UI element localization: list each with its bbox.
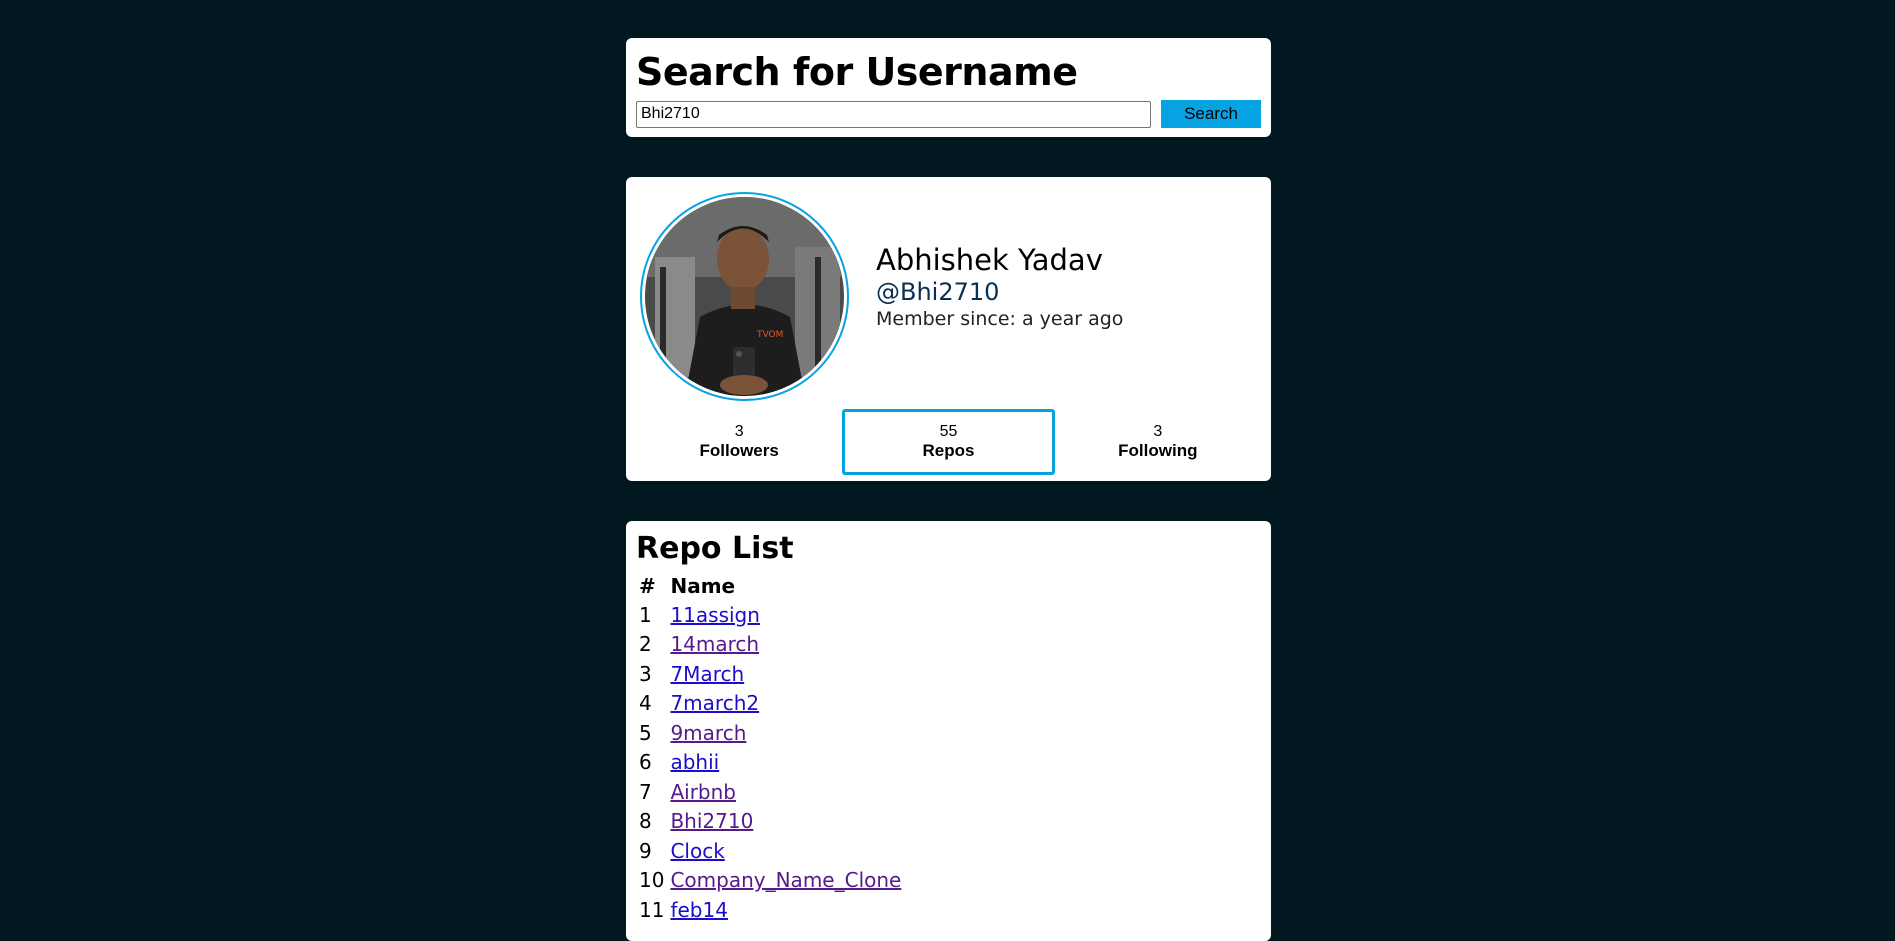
repo-table: # Name 1 11assign 2 14march 3 7March 4 7… — [636, 571, 904, 925]
repo-link[interactable]: 11assign — [670, 603, 759, 627]
repo-link[interactable]: 7March — [670, 662, 744, 686]
stat-label: Repos — [922, 441, 975, 461]
repo-link[interactable]: 9march — [670, 721, 746, 745]
repo-name-cell: abhii — [667, 748, 904, 778]
column-header-number: # — [639, 573, 656, 598]
repo-table-header: # Name — [636, 571, 904, 600]
repo-number: 1 — [639, 602, 652, 627]
repo-name-cell: Company_Name_Clone — [667, 866, 904, 896]
repo-name-cell: Bhi2710 — [667, 807, 904, 837]
repo-link[interactable]: Company_Name_Clone — [670, 868, 901, 892]
repo-name-cell: Clock — [667, 836, 904, 866]
stat-label: Followers — [699, 441, 779, 461]
search-card: Search for Username Search — [626, 38, 1271, 137]
repo-number: 2 — [639, 632, 652, 657]
repo-name-cell: 11assign — [667, 600, 904, 630]
profile-info: Abhishek Yadav @Bhi2710 Member since: a … — [876, 243, 1124, 331]
repo-number: 3 — [639, 661, 652, 686]
repo-link[interactable]: Bhi2710 — [670, 809, 753, 833]
search-row: Search — [636, 100, 1261, 128]
app-container: Search for Username Search TV — [626, 38, 1271, 941]
table-row: 7 Airbnb — [636, 777, 904, 807]
table-row: 2 14march — [636, 630, 904, 660]
table-row: 4 7march2 — [636, 689, 904, 719]
repo-table-body: 1 11assign 2 14march 3 7March 4 7march2 … — [636, 600, 904, 925]
repo-name-cell: 14march — [667, 630, 904, 660]
repo-number: 4 — [639, 691, 652, 716]
stat-value: 3 — [734, 423, 744, 440]
repo-number: 10 — [639, 868, 665, 893]
repo-number: 9 — [639, 838, 652, 863]
stat-value: 3 — [1153, 423, 1163, 440]
profile-card: TVOM Abhishek Yadav @Bhi2710 Member sinc… — [626, 177, 1271, 481]
repo-link[interactable]: feb14 — [670, 898, 728, 922]
stat-value: 55 — [939, 423, 958, 440]
username-search-input[interactable] — [636, 100, 1151, 128]
table-row: 11 feb14 — [636, 895, 904, 925]
repo-name-cell: 9march — [667, 718, 904, 748]
repo-number: 7 — [639, 779, 652, 804]
table-row: 10 Company_Name_Clone — [636, 866, 904, 896]
avatar-photo: TVOM — [645, 197, 844, 396]
table-row: 3 7March — [636, 659, 904, 689]
repo-number: 8 — [639, 809, 652, 834]
repo-number: 11 — [639, 897, 665, 922]
repo-list-card: Repo List # Name 1 11assign 2 14march 3 — [626, 521, 1271, 941]
repo-name-cell: 7march2 — [667, 689, 904, 719]
table-row: 6 abhii — [636, 748, 904, 778]
repo-number: 5 — [639, 720, 652, 745]
table-row: 5 9march — [636, 718, 904, 748]
member-since: Member since: a year ago — [876, 308, 1124, 331]
repo-link[interactable]: Clock — [670, 839, 724, 863]
table-row: 9 Clock — [636, 836, 904, 866]
repo-number: 6 — [639, 750, 652, 775]
repo-name-cell: feb14 — [667, 895, 904, 925]
repo-link[interactable]: abhii — [670, 750, 719, 774]
table-row: 1 11assign — [636, 600, 904, 630]
search-title: Search for Username — [636, 50, 1078, 94]
profile-name: Abhishek Yadav — [876, 243, 1103, 277]
profile-handle: @Bhi2710 — [876, 277, 1000, 306]
stat-following[interactable]: 3 Following — [1055, 409, 1261, 475]
table-row: 8 Bhi2710 — [636, 807, 904, 837]
repo-link[interactable]: 14march — [670, 632, 759, 656]
repo-link[interactable]: Airbnb — [670, 780, 736, 804]
stat-followers[interactable]: 3 Followers — [636, 409, 842, 475]
profile-stats: 3 Followers 55 Repos 3 Following — [636, 409, 1261, 475]
column-header-name: Name — [670, 573, 736, 598]
avatar: TVOM — [645, 197, 844, 396]
repo-name-cell: Airbnb — [667, 777, 904, 807]
search-button[interactable]: Search — [1161, 100, 1261, 128]
repo-name-cell: 7March — [667, 659, 904, 689]
svg-text:TVOM: TVOM — [756, 330, 783, 340]
repo-list-title: Repo List — [636, 531, 794, 566]
stat-label: Following — [1118, 441, 1198, 461]
avatar-ring: TVOM — [640, 192, 849, 401]
repo-link[interactable]: 7march2 — [670, 691, 759, 715]
stat-repos[interactable]: 55 Repos — [842, 409, 1055, 475]
